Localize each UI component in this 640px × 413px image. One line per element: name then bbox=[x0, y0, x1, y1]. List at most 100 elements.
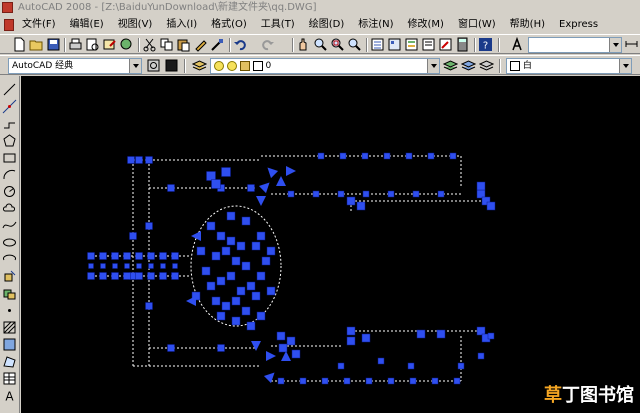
grip-marker[interactable] bbox=[99, 252, 107, 260]
grip-marker[interactable] bbox=[127, 156, 135, 164]
gradient-icon[interactable] bbox=[2, 337, 17, 352]
grip-marker[interactable] bbox=[343, 377, 351, 385]
grip-marker[interactable] bbox=[261, 256, 271, 266]
make-layer-current-icon[interactable] bbox=[443, 58, 458, 73]
grip-marker[interactable] bbox=[211, 251, 221, 261]
grip-marker[interactable] bbox=[277, 377, 285, 385]
grip-marker[interactable] bbox=[211, 296, 221, 306]
grip-marker[interactable] bbox=[236, 286, 246, 296]
zoom-window-icon[interactable] bbox=[330, 37, 345, 52]
spline-icon[interactable] bbox=[2, 218, 17, 233]
grip-marker[interactable] bbox=[201, 266, 211, 276]
grip-marker[interactable] bbox=[135, 272, 143, 280]
calculator-icon[interactable] bbox=[455, 37, 470, 52]
cut-icon[interactable] bbox=[142, 37, 157, 52]
grip-marker[interactable] bbox=[111, 252, 119, 260]
grip-marker[interactable] bbox=[246, 321, 256, 331]
grip-marker[interactable] bbox=[449, 152, 457, 160]
grip-marker[interactable] bbox=[287, 190, 295, 198]
grip-marker[interactable] bbox=[123, 272, 131, 280]
grip-marker[interactable] bbox=[427, 152, 435, 160]
match-properties-icon[interactable] bbox=[193, 37, 208, 52]
grip-marker[interactable] bbox=[87, 272, 95, 280]
grip-marker[interactable] bbox=[387, 190, 395, 198]
tool-palettes-icon[interactable] bbox=[404, 37, 419, 52]
grip-marker[interactable] bbox=[453, 377, 461, 385]
grip-marker[interactable] bbox=[147, 252, 155, 260]
grip-marker[interactable] bbox=[147, 272, 155, 280]
zoom-realtime-icon[interactable] bbox=[313, 37, 328, 52]
table-icon[interactable] bbox=[2, 371, 17, 386]
grip-marker[interactable] bbox=[337, 362, 345, 370]
grip-marker[interactable] bbox=[476, 181, 486, 191]
grip-marker[interactable] bbox=[160, 263, 166, 269]
grip-marker[interactable] bbox=[226, 236, 236, 246]
grip-marker[interactable] bbox=[124, 263, 130, 269]
grip-marker[interactable] bbox=[317, 152, 325, 160]
grip-marker[interactable] bbox=[407, 362, 415, 370]
circle-icon[interactable] bbox=[2, 184, 17, 199]
grip-marker[interactable] bbox=[145, 222, 153, 230]
grip-marker[interactable] bbox=[266, 286, 276, 296]
grip-marker[interactable] bbox=[437, 190, 445, 198]
grip-marker[interactable] bbox=[339, 152, 347, 160]
grip-marker[interactable] bbox=[247, 184, 255, 192]
grip-marker[interactable] bbox=[172, 263, 178, 269]
grip-marker[interactable] bbox=[383, 152, 391, 160]
make-block-icon[interactable] bbox=[2, 286, 17, 301]
plot-preview-icon[interactable] bbox=[85, 37, 100, 52]
grip-marker[interactable] bbox=[167, 344, 175, 352]
ellipse-icon[interactable] bbox=[2, 235, 17, 250]
grip-marker[interactable] bbox=[405, 152, 413, 160]
grip-marker[interactable] bbox=[256, 271, 266, 281]
cad-drawing[interactable] bbox=[21, 76, 640, 413]
grip-marker[interactable] bbox=[361, 333, 371, 343]
menu-file[interactable]: 文件(F) bbox=[22, 16, 56, 34]
zoom-previous-icon[interactable] bbox=[347, 37, 362, 52]
autocad-app-icon[interactable] bbox=[2, 2, 13, 13]
grip-marker[interactable] bbox=[246, 281, 256, 291]
new-icon[interactable] bbox=[12, 37, 27, 52]
help-icon[interactable]: ? bbox=[478, 37, 493, 52]
menu-help[interactable]: 帮助(H) bbox=[510, 16, 545, 34]
print-icon[interactable] bbox=[68, 37, 83, 52]
menu-format[interactable]: 格式(O) bbox=[211, 16, 247, 34]
chevron-down-icon[interactable] bbox=[129, 59, 141, 73]
grip-marker[interactable] bbox=[346, 326, 356, 336]
menu-window[interactable]: 窗口(W) bbox=[458, 16, 496, 34]
grip-marker[interactable] bbox=[251, 241, 261, 251]
chevron-down-icon[interactable] bbox=[619, 59, 631, 73]
grip-marker[interactable] bbox=[159, 252, 167, 260]
save-icon[interactable] bbox=[46, 37, 61, 52]
text-style-icon[interactable] bbox=[510, 37, 525, 52]
menu-view[interactable]: 视图(V) bbox=[118, 16, 153, 34]
grip-marker[interactable] bbox=[216, 276, 226, 286]
construction-line-icon[interactable] bbox=[2, 99, 17, 114]
grip-marker[interactable] bbox=[457, 362, 465, 370]
grip-marker[interactable] bbox=[477, 352, 485, 360]
text-style-dropdown[interactable] bbox=[528, 37, 622, 53]
grip-marker[interactable] bbox=[346, 196, 356, 206]
grip-marker[interactable] bbox=[256, 231, 266, 241]
document-icon[interactable] bbox=[4, 19, 14, 31]
workspace-settings-icon[interactable] bbox=[146, 58, 161, 73]
grip-marker[interactable] bbox=[241, 261, 251, 271]
grip-marker[interactable] bbox=[387, 377, 395, 385]
grip-marker[interactable] bbox=[231, 296, 241, 306]
rectangle-icon[interactable] bbox=[2, 150, 17, 165]
grip-marker[interactable] bbox=[361, 152, 369, 160]
grip-marker[interactable] bbox=[487, 332, 495, 340]
grip-marker[interactable] bbox=[236, 241, 246, 251]
grip-marker[interactable] bbox=[321, 377, 329, 385]
region-icon[interactable] bbox=[2, 354, 17, 369]
sheet-set-icon[interactable] bbox=[421, 37, 436, 52]
layer-dropdown[interactable]: 0 bbox=[210, 58, 440, 74]
layer-properties-icon[interactable] bbox=[192, 58, 207, 73]
open-icon[interactable] bbox=[29, 37, 44, 52]
grip-marker[interactable] bbox=[123, 252, 131, 260]
ellipse-arc-icon[interactable] bbox=[2, 252, 17, 267]
menu-dimension[interactable]: 标注(N) bbox=[358, 16, 393, 34]
grip-marker[interactable] bbox=[221, 167, 231, 177]
line-icon[interactable] bbox=[2, 82, 17, 97]
grip-marker[interactable] bbox=[135, 252, 143, 260]
